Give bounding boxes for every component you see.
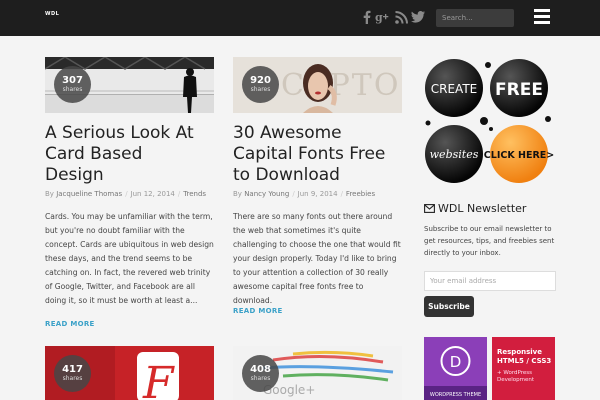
post-title[interactable]: 30 Awesome Capital Fonts Free to Downloa…: [233, 123, 402, 186]
post-thumbnail[interactable]: Google+ 408 shares: [233, 346, 402, 400]
post-meta: By Jacqueline Thomas / Jun 12, 2014/Trends: [45, 190, 207, 198]
svg-text:F: F: [142, 358, 175, 400]
share-label: shares: [62, 375, 83, 382]
ad-word-websites: websites: [430, 148, 479, 161]
post-category-link[interactable]: Freebies: [346, 190, 375, 198]
svg-text:CAPTOR.: CAPTOR.: [281, 68, 402, 103]
wordpress-theme-label: WORDPRESS THEME: [430, 392, 481, 398]
post-excerpt: Cards. You may be unfamiliar with the te…: [45, 212, 214, 305]
share-count: 307: [62, 75, 83, 86]
post-thumbnail[interactable]: F 417 shares: [45, 346, 214, 400]
by-label: By: [45, 190, 54, 198]
site-logo[interactable]: WDL: [45, 11, 59, 17]
share-count-badge: 920 shares: [242, 66, 279, 103]
post-card: Google+ 408 shares: [233, 346, 402, 400]
svg-text:g: g: [375, 11, 383, 24]
responsive-dev-ad[interactable]: Responsive HTML5 / CSS3 + WordPress Deve…: [492, 337, 555, 400]
twitter-icon[interactable]: [410, 9, 426, 25]
share-count-badge: 417 shares: [54, 355, 91, 392]
post-thumbnail[interactable]: CAPTOR. 920 shares: [233, 57, 402, 113]
search-input[interactable]: [436, 9, 514, 27]
post-thumbnail[interactable]: 307 shares: [45, 57, 214, 113]
share-label: shares: [250, 86, 271, 93]
envelope-icon: [424, 203, 435, 216]
post-author-link[interactable]: Jacqueline Thomas: [56, 190, 122, 198]
post-meta: By Nancy Young / Jun 9, 2014/Freebies: [233, 190, 376, 198]
post-title[interactable]: A Serious Look At Card Based Design: [45, 123, 195, 186]
read-more-link[interactable]: READ MORE: [233, 307, 283, 315]
facebook-icon[interactable]: [359, 9, 375, 25]
responsive-ad-title: Responsive HTML5 / CSS3: [497, 348, 552, 365]
rss-icon[interactable]: [393, 9, 409, 25]
hamburger-menu-button[interactable]: [534, 9, 550, 25]
share-count: 408: [250, 364, 271, 375]
share-label: shares: [62, 86, 83, 93]
post-card: CAPTOR. 920 shares 30 Awesome Capital Fo…: [233, 57, 402, 327]
newsletter-description: Subscribe to our email newsletter to get…: [424, 225, 555, 257]
sidebar-ad-banner[interactable]: CREATE FREE websites CLICK HERE>: [424, 57, 556, 189]
post-category-link[interactable]: Trends: [183, 190, 206, 198]
share-count-badge: 307 shares: [54, 66, 91, 103]
post-card: 307 shares A Serious Look At Card Based …: [45, 57, 214, 337]
ad-word-click-here: CLICK HERE>: [484, 150, 554, 161]
share-count-badge: 408 shares: [242, 355, 279, 392]
share-label: shares: [250, 375, 271, 382]
read-more-link[interactable]: READ MORE: [45, 320, 95, 328]
google-plus-icon[interactable]: g: [375, 9, 391, 25]
ad-word-free: FREE: [495, 80, 543, 100]
ad-word-create: CREATE: [431, 82, 478, 96]
post-card: F 417 shares: [45, 346, 214, 400]
newsletter-heading: WDL Newsletter: [424, 202, 526, 216]
subscribe-button[interactable]: Subscribe: [424, 296, 474, 317]
post-date: Jun 9, 2014: [297, 190, 338, 198]
svg-text:D: D: [450, 353, 462, 371]
newsletter-title: WDL Newsletter: [438, 202, 527, 215]
responsive-ad-subtitle: + WordPress Development: [497, 370, 535, 383]
post-date: Jun 12, 2014: [130, 190, 175, 198]
newsletter-email-input[interactable]: [424, 271, 556, 291]
top-navigation-bar: WDL g: [0, 0, 600, 36]
share-count: 417: [62, 364, 83, 375]
by-label: By: [233, 190, 242, 198]
post-excerpt: There are so many fonts out there around…: [233, 212, 401, 305]
share-count: 920: [250, 75, 271, 86]
post-author-link[interactable]: Nancy Young: [244, 190, 289, 198]
wordpress-theme-ad[interactable]: D WORDPRESS THEME: [424, 337, 487, 400]
